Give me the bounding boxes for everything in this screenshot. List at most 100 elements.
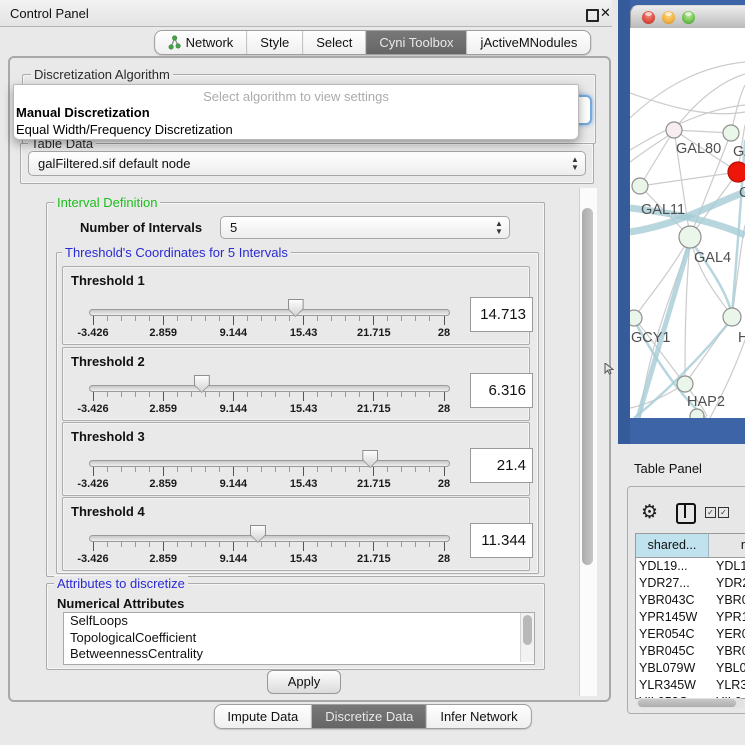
slider-tick (289, 467, 290, 472)
slider-tick-label: 2.859 (131, 327, 195, 339)
attribute-item-betweennesscentrality[interactable]: BetweennessCentrality (64, 646, 534, 663)
threshold-label: Threshold 2 (71, 354, 145, 369)
slider-tick (149, 542, 150, 547)
tab-cyni-toolbox[interactable]: Cyni Toolbox (366, 31, 467, 54)
slider-tick (219, 392, 220, 397)
split-columns-icon[interactable] (676, 503, 696, 524)
table-row[interactable]: YLR345WYLR3 (636, 678, 745, 695)
mouse-cursor (604, 362, 614, 380)
network-edge[interactable] (640, 172, 738, 186)
cell-shared-name: YBL079W (636, 661, 711, 678)
tab-select[interactable]: Select (303, 31, 366, 54)
slider-tick (219, 316, 220, 321)
cell-name: YBR0 (711, 593, 745, 610)
threshold-slider-track[interactable] (89, 535, 450, 542)
network-node-default[interactable] (630, 310, 642, 326)
num-intervals-combo[interactable]: 5 ▲▼ (220, 216, 510, 239)
table-column-header-name[interactable]: name (709, 534, 745, 557)
slider-tick (317, 392, 318, 397)
threshold-value-field[interactable]: 11.344 (470, 523, 533, 558)
threshold-value-field[interactable]: 21.4 (470, 448, 533, 483)
tab-style[interactable]: Style (247, 31, 303, 54)
gear-icon[interactable]: ⚙ (641, 501, 658, 524)
network-node-default[interactable] (679, 226, 701, 248)
table-row[interactable]: YDL19...YDL1 (636, 559, 745, 576)
slider-tick-label: 9.144 (201, 327, 265, 339)
table-row[interactable]: YBR043CYBR0 (636, 593, 745, 610)
threshold-slider-thumb[interactable] (362, 450, 378, 468)
tab-network[interactable]: Network (155, 31, 248, 54)
threshold-slider-track[interactable] (89, 309, 450, 316)
mac-minimize-button[interactable] (662, 11, 675, 24)
slider-tick (177, 542, 178, 547)
tab-infer-network[interactable]: Infer Network (427, 705, 530, 728)
node-table[interactable]: shared...name YDL19...YDL1YDR27...YDR2YB… (635, 533, 745, 699)
network-edge[interactable] (640, 130, 674, 186)
threshold-slider-thumb[interactable] (288, 299, 304, 317)
attribute-item-topologicalcoefficient[interactable]: TopologicalCoefficient (64, 630, 534, 647)
slider-tick (233, 542, 234, 551)
threshold-slider-track[interactable] (89, 385, 450, 392)
slider-tick (303, 392, 304, 401)
network-canvas[interactable]: GAL80GACGAL11GAL4GCY1HHAP2 (630, 28, 745, 418)
table-data-combo[interactable]: galFiltered.sif default node ▲▼ (28, 151, 586, 176)
tab-impute-data[interactable]: Impute Data (214, 705, 312, 728)
table-row[interactable]: YBL079WYBL0 (636, 661, 745, 678)
slider-tick-label: 21.715 (342, 327, 406, 339)
threshold-value-field[interactable]: 14.713 (470, 297, 533, 332)
threshold-value-field[interactable]: 6.316 (470, 373, 533, 408)
table-row[interactable]: YPR145WYPR1 (636, 610, 745, 627)
float-window-icon[interactable] (586, 9, 599, 22)
network-node-default[interactable] (632, 178, 648, 194)
attribute-item-selfloops[interactable]: SelfLoops (64, 613, 534, 630)
panel-vscrollbar-thumb[interactable] (582, 208, 593, 565)
network-node-default[interactable] (690, 409, 704, 418)
cell-shared-name: YBR043C (636, 593, 711, 610)
tab-jactivemnodules[interactable]: jActiveMNodules (468, 31, 591, 54)
network-node-default[interactable] (677, 376, 693, 392)
threshold-slider-track[interactable] (89, 460, 450, 467)
table-row[interactable]: YBR045CYBR0 (636, 644, 745, 661)
network-node-pink[interactable] (666, 122, 682, 138)
network-edge[interactable] (630, 132, 674, 162)
dropdown-item-equal-width-frequency-discretization[interactable]: Equal Width/Frequency Discretization (14, 121, 578, 138)
slider-tick (401, 542, 402, 547)
slider-tick (401, 467, 402, 472)
cell-shared-name: YLR345W (636, 678, 711, 695)
network-node-default[interactable] (723, 125, 739, 141)
numerical-attributes-list[interactable]: SelfLoopsTopologicalCoefficientBetweenne… (63, 612, 535, 665)
slider-tick-label: 21.715 (342, 478, 406, 490)
table-hscrollbar[interactable] (636, 698, 744, 708)
slider-tick (149, 392, 150, 397)
mac-close-button[interactable] (642, 11, 655, 24)
slider-tick-label: 2.859 (131, 553, 195, 565)
network-window-titlebar[interactable] (630, 5, 745, 30)
dropdown-item-manual-discretization[interactable]: Manual Discretization (14, 104, 578, 121)
checkbox-icon[interactable]: ✓ (705, 507, 716, 518)
threshold-slider-thumb[interactable] (250, 525, 266, 543)
slider-tick (177, 316, 178, 321)
slider-tick-label: 28 (412, 403, 476, 415)
table-row[interactable]: YDR27...YDR2 (636, 576, 745, 593)
mac-zoom-button[interactable] (682, 11, 695, 24)
table-row[interactable]: YER054CYER0 (636, 627, 745, 644)
slider-tick-label: 15.43 (272, 478, 336, 490)
slider-tick (177, 392, 178, 397)
network-node-red[interactable] (728, 162, 745, 182)
slider-tick (93, 392, 94, 401)
slider-tick (191, 316, 192, 321)
slider-tick-label: 28 (412, 327, 476, 339)
slider-tick (317, 316, 318, 321)
tab-label: Cyni Toolbox (379, 35, 453, 50)
close-icon[interactable]: ✕ (600, 5, 611, 21)
threshold-slider-thumb[interactable] (194, 375, 210, 393)
thumb-face (251, 526, 265, 542)
slider-tick (261, 316, 262, 321)
checkbox-icon[interactable]: ✓ (718, 507, 729, 518)
table-column-header-shared[interactable]: shared... (636, 534, 709, 557)
control-panel-titlebar: Control Panel ✕ (0, 0, 612, 27)
tab-discretize-data[interactable]: Discretize Data (312, 705, 427, 728)
network-node-default[interactable] (723, 308, 741, 326)
apply-button[interactable]: Apply (267, 670, 341, 694)
attributes-scrollbar[interactable] (520, 613, 534, 662)
